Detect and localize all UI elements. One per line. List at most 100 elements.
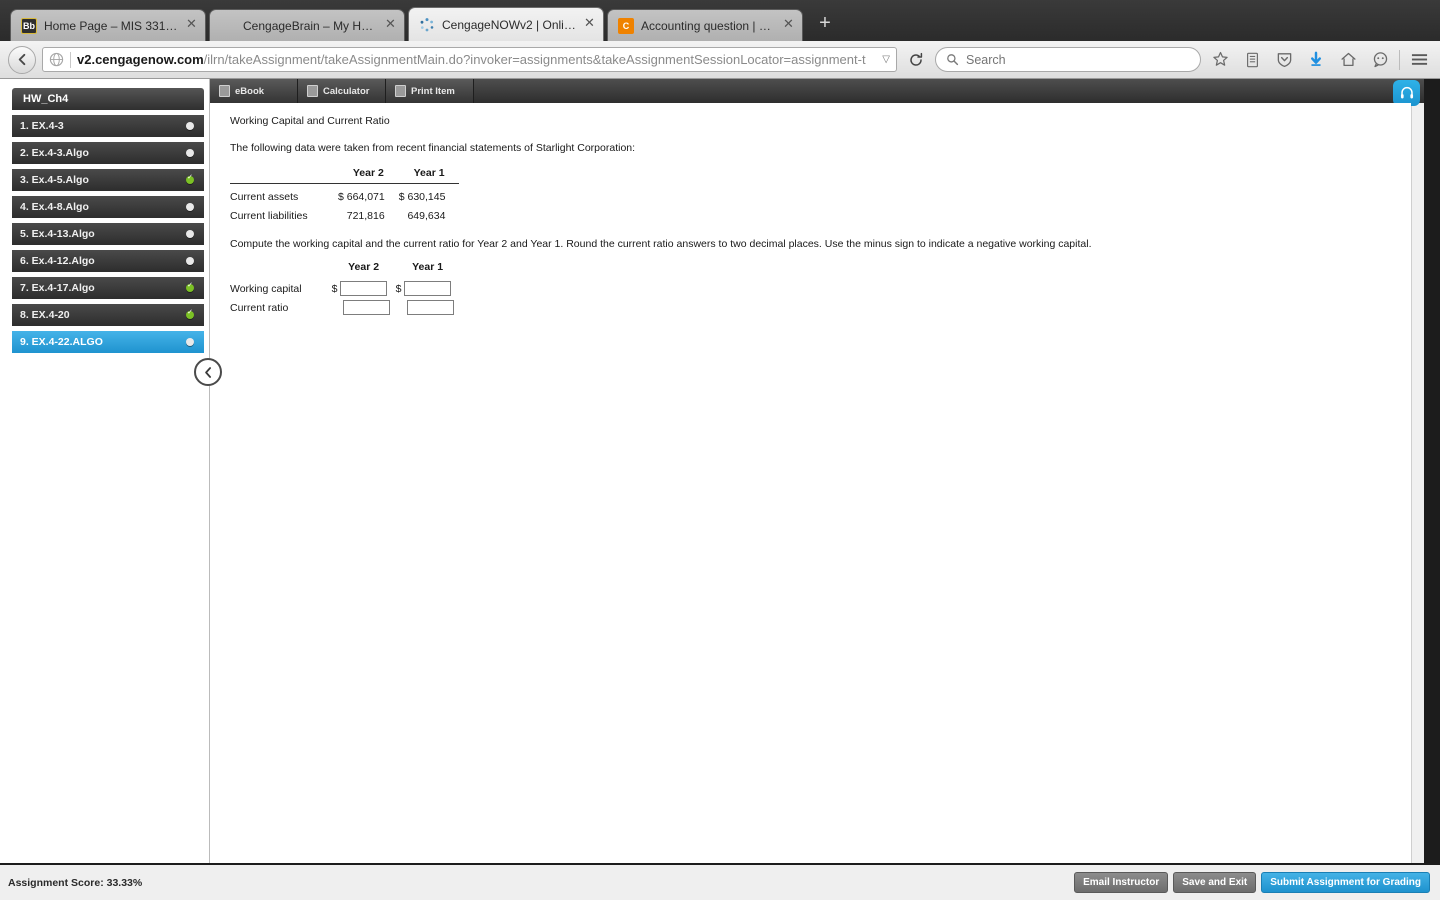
tab-print-item[interactable]: Print Item [386,79,474,103]
status-dot-incomplete-icon [186,149,194,157]
status-dot-incomplete-icon [186,230,194,238]
browser-tab-title: CengageBrain – My Home [243,18,379,33]
sidebar-item-3[interactable]: 3. Ex.4-5.Algo [12,169,204,191]
back-arrow-icon [18,53,25,66]
current-liabilities-year1: 649,634 [407,210,446,222]
answer-col-header-year1: Year 1 [412,261,444,273]
footer-button-group: Email Instructor Save and Exit Submit As… [1074,872,1430,893]
answer-col-header-blank [230,261,332,279]
tab-calculator[interactable]: Calculator [298,79,386,103]
search-icon [947,54,959,66]
search-bar[interactable] [935,47,1201,72]
current-ratio-year1-input[interactable] [406,300,454,315]
close-icon[interactable]: ✕ [781,18,796,33]
bookmark-star-icon[interactable] [1207,47,1233,73]
answer-row-current-ratio: Current ratio [230,298,460,317]
answer-cell-wc-year1: $ [396,279,460,298]
sidebar-item-2[interactable]: 2. Ex.4-3.Algo [12,142,204,164]
sidebar-item-label: 2. Ex.4-3.Algo [20,147,89,159]
email-instructor-button[interactable]: Email Instructor [1074,872,1169,893]
current-assets-year2: $ 664,071 [338,191,385,203]
browser-navigation-bar: v2.cengagenow.com/ilrn/takeAssignment/ta… [0,41,1440,79]
answer-label-working-capital: Working capital [230,282,302,295]
sidebar-item-1[interactable]: 1. EX.4-3 [12,115,204,137]
search-input[interactable] [966,52,1190,67]
answer-header-row: Year 2 Year 1 [230,261,460,279]
tab-print-item-label: Print Item [411,85,455,97]
sidebar-item-5[interactable]: 5. Ex.4-13.Algo [12,223,204,245]
home-icon[interactable] [1335,47,1361,73]
browser-tab-3-active[interactable]: CengageNOWv2 | Online t... ✕ [408,7,604,41]
status-dot-incomplete-icon [186,338,194,346]
current-ratio-year2-input[interactable] [342,300,390,315]
question-content: Working Capital and Current Ratio The fo… [211,103,1411,863]
close-icon[interactable]: ✕ [383,18,398,33]
row-label-current-assets: Current assets [230,191,299,203]
new-tab-button[interactable]: + [810,9,840,39]
save-and-exit-button[interactable]: Save and Exit [1173,872,1257,893]
tab-ebook[interactable]: eBook [210,79,298,103]
browser-tab-1[interactable]: Bb Home Page – MIS 3310 26... ✕ [10,9,206,41]
pocket-shield-icon[interactable] [1271,47,1297,73]
row-label-current-liabilities: Current liabilities [230,210,308,222]
assignment-sidebar: HW_Ch4 1. EX.4-3 2. Ex.4-3.Algo 3. Ex.4-… [0,79,210,863]
status-dot-complete-icon [186,281,194,292]
dollar-sign: $ [331,282,338,295]
url-bar[interactable]: v2.cengagenow.com/ilrn/takeAssignment/ta… [42,47,897,72]
sidebar-item-label: 1. EX.4-3 [20,120,64,132]
url-separator [70,51,71,68]
sidebar-title: HW_Ch4 [12,88,204,110]
url-domain: v2.cengagenow.com [77,52,204,67]
data-col-header-blank [230,167,338,184]
cengage-assignment-page: eBook Calculator Print Item HW_Ch4 1. EX… [0,79,1424,863]
page-viewport: eBook Calculator Print Item HW_Ch4 1. EX… [0,79,1440,863]
financial-data-table: Year 2 Year 1 Current assets $ 664,071 $… [230,167,460,222]
close-icon[interactable]: ✕ [582,17,597,32]
data-col-header-year2: Year 2 [338,167,399,184]
toolbar-divider [1399,49,1400,70]
sidebar-item-8[interactable]: 8. EX.4-20 [12,304,204,326]
status-dot-complete-icon [186,308,194,319]
question-intro: The following data were taken from recen… [230,142,636,154]
chevron-down-icon[interactable]: ▽ [878,54,890,65]
sync-chat-icon[interactable] [1367,47,1393,73]
answer-table: Year 2 Year 1 Working capital $ $ Curren… [230,261,460,317]
sidebar-item-label: 7. Ex.4-17.Algo [20,282,95,294]
reader-list-icon[interactable] [1239,47,1265,73]
working-capital-year1-input[interactable] [404,281,452,296]
browser-tab-4[interactable]: C Accounting question | Ch... ✕ [607,9,803,41]
calculator-icon [307,85,318,97]
close-icon[interactable]: ✕ [184,18,199,33]
downloads-arrow-icon[interactable] [1303,47,1329,73]
sidebar-item-label: 4. Ex.4-8.Algo [20,201,89,213]
url-path: /ilrn/takeAssignment/takeAssignmentMain.… [203,52,866,67]
submit-assignment-button[interactable]: Submit Assignment for Grading [1261,872,1430,893]
table-row: Current liabilities 721,816 649,634 [230,203,459,222]
reload-button[interactable] [903,47,929,73]
sidebar-item-7[interactable]: 7. Ex.4-17.Algo [12,277,204,299]
app-toolbar: eBook Calculator Print Item [210,79,1424,106]
page-scrollbar[interactable] [1411,79,1424,863]
sidebar-item-6[interactable]: 6. Ex.4-12.Algo [12,250,204,272]
dollar-sign: $ [395,282,402,295]
working-capital-year2-input[interactable] [340,281,388,296]
table-row: Current assets $ 664,071 $ 630,145 [230,184,459,203]
answer-cell-cr-year1 [396,298,460,317]
question-instruction: Compute the working capital and the curr… [230,238,1092,250]
sidebar-item-9-selected[interactable]: 9. EX.4-22.ALGO [12,331,204,353]
browser-tab-2[interactable]: CengageBrain – My Home ✕ [209,9,405,41]
answer-cell-cr-year2 [332,298,396,317]
browser-tab-title: Home Page – MIS 3310 26... [44,18,180,33]
data-col-header-year1: Year 1 [398,167,460,184]
hamburger-menu-icon[interactable] [1406,47,1432,73]
sidebar-collapse-button[interactable] [194,358,222,386]
browser-tab-title: Accounting question | Ch... [641,18,777,33]
status-dot-incomplete-icon [186,122,194,130]
chegg-icon: C [618,17,634,34]
back-button[interactable] [8,45,36,74]
sidebar-item-list: 1. EX.4-3 2. Ex.4-3.Algo 3. Ex.4-5.Algo … [0,110,209,863]
globe-icon [49,52,64,67]
browser-tab-strip: Bb Home Page – MIS 3310 26... ✕ CengageB… [0,0,1440,41]
printer-icon [395,85,406,97]
sidebar-item-4[interactable]: 4. Ex.4-8.Algo [12,196,204,218]
